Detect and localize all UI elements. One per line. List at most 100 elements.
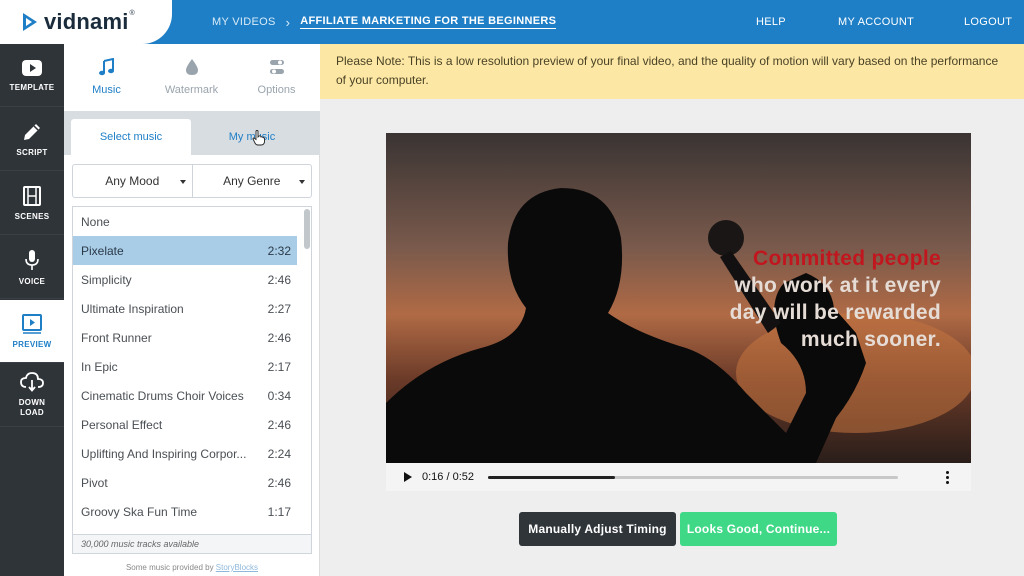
music-credit-text: Some music provided by <box>125 563 214 572</box>
breadcrumb-my-videos[interactable]: MY VIDEOS <box>212 16 276 28</box>
video-controls: 0:16 / 0:52 <box>386 463 971 491</box>
manually-adjust-timing-button[interactable]: Manually Adjust Timing <box>519 512 676 546</box>
track-duration: 2:46 <box>267 417 291 432</box>
breadcrumb-current[interactable]: AFFILIATE MARKETING FOR THE BEGINNERS <box>300 15 557 29</box>
mood-select[interactable]: Any Mood <box>73 165 192 197</box>
track-title: Simplicity <box>81 272 132 287</box>
storyblocks-link[interactable]: StoryBlocks <box>216 563 258 572</box>
track-simplicity[interactable]: Simplicity 2:46 <box>73 265 311 294</box>
breadcrumb: MY VIDEOS › AFFILIATE MARKETING FOR THE … <box>212 0 557 44</box>
microphone-icon <box>25 249 39 270</box>
rail-script[interactable]: SCRIPT <box>0 108 64 171</box>
genre-select[interactable]: Any Genre <box>191 165 312 197</box>
tab-watermark-label: Watermark <box>164 84 219 96</box>
track-duration: 2:46 <box>267 475 291 490</box>
caption-line-1: who work at it every <box>734 274 941 297</box>
track-uplifting[interactable]: Uplifting And Inspiring Corpor... 2:24 <box>73 439 311 468</box>
track-title: Pivot <box>81 475 108 490</box>
track-title: None <box>81 214 110 229</box>
more-options-icon[interactable] <box>946 470 949 484</box>
drop-icon <box>185 59 198 75</box>
rail-preview-label: PREVIEW <box>12 339 52 349</box>
music-filters: Any Mood Any Genre <box>72 164 312 198</box>
mood-select-value: Any Mood <box>105 174 160 188</box>
rail-scenes-label: SCENES <box>14 211 50 221</box>
track-duration: 2:32 <box>267 243 291 258</box>
tracks-available-note: 30,000 music tracks available <box>72 534 312 554</box>
track-duration: 2:17 <box>267 359 291 374</box>
video-preview[interactable]: Committed people who work at it every da… <box>386 133 971 463</box>
track-duration: 2:46 <box>267 272 291 287</box>
rail-script-label: SCRIPT <box>16 147 48 157</box>
tab-options-label: Options <box>257 84 296 96</box>
music-track-list[interactable]: None Pixelate 2:32 Simplicity 2:46 Ultim… <box>72 206 312 554</box>
my-account-link[interactable]: MY ACCOUNT <box>838 0 914 44</box>
help-link[interactable]: HELP <box>756 0 786 44</box>
track-front-runner[interactable]: Front Runner 2:46 <box>73 323 311 352</box>
rail-template-label: TEMPLATE <box>9 82 55 92</box>
track-title: Pixelate <box>81 243 124 258</box>
hand-cursor-icon <box>252 130 265 146</box>
track-duration: 2:27 <box>267 301 291 316</box>
track-in-epic[interactable]: In Epic 2:17 <box>73 352 311 381</box>
music-panel: Music Watermark Options Select music My … <box>64 44 320 576</box>
preview-notice: Please Note: This is a low resolution pr… <box>320 44 1024 99</box>
looks-good-continue-button[interactable]: Looks Good, Continue... <box>680 512 837 546</box>
track-duration: 0:34 <box>267 388 291 403</box>
rail-voice[interactable]: VOICE <box>0 236 64 299</box>
logout-link[interactable]: LOGOUT <box>964 0 1012 44</box>
music-credit: Some music provided by StoryBlocks <box>64 563 320 572</box>
tab-watermark[interactable]: Watermark <box>149 58 234 96</box>
track-title: Ultimate Inspiration <box>81 301 184 316</box>
track-cinematic-drums[interactable]: Cinematic Drums Choir Voices 0:34 <box>73 381 311 410</box>
rail-download[interactable]: DOWN LOAD <box>0 364 64 427</box>
track-pixelate[interactable]: Pixelate 2:32 <box>73 236 297 265</box>
rail-download-label: DOWN LOAD <box>19 398 46 418</box>
track-title: In Epic <box>81 359 118 374</box>
pencil-icon <box>24 123 40 140</box>
track-pivot[interactable]: Pivot 2:46 <box>73 468 311 497</box>
track-title: Front Runner <box>81 330 152 345</box>
track-ultimate-inspiration[interactable]: Ultimate Inspiration 2:27 <box>73 294 311 323</box>
music-note-icon <box>98 58 114 76</box>
video-progress-bar[interactable] <box>488 475 898 479</box>
track-personal-effect[interactable]: Personal Effect 2:46 <box>73 410 311 439</box>
vidnami-logo-icon <box>23 13 37 31</box>
left-rail: TEMPLATE SCRIPT SCENES VOICE PREVIEW DOW… <box>0 44 64 576</box>
music-subtabs: Select music My music <box>64 111 320 155</box>
caption-highlight: Committed people <box>753 247 941 270</box>
track-title: Personal Effect <box>81 417 163 432</box>
video-time: 0:16 / 0:52 <box>422 471 474 483</box>
video-progress-fill <box>488 475 616 479</box>
rail-download-label-line1: DOWN <box>18 398 46 407</box>
caption-line-2: day will be rewarded <box>729 301 941 324</box>
logo-text: vidnami <box>44 9 129 34</box>
chevron-down-icon <box>179 180 186 184</box>
tab-options[interactable]: Options <box>234 58 319 96</box>
track-duration: 2:46 <box>267 330 291 345</box>
track-groovy-ska[interactable]: Groovy Ska Fun Time 1:17 <box>73 497 311 526</box>
toggle-icon <box>269 60 284 74</box>
rail-scenes[interactable]: SCENES <box>0 172 64 235</box>
caption-line-3: much sooner. <box>800 328 941 351</box>
youtube-play-icon <box>22 59 42 76</box>
genre-select-value: Any Genre <box>223 174 281 188</box>
tab-music[interactable]: Music <box>64 58 149 96</box>
top-bar: vidnami ® MY VIDEOS › AFFILIATE MARKETIN… <box>0 0 1024 44</box>
track-title: Groovy Ska Fun Time <box>81 504 198 519</box>
logo[interactable]: vidnami ® <box>0 0 172 44</box>
tab-select-music[interactable]: Select music <box>71 119 191 155</box>
track-title: Uplifting And Inspiring Corpor... <box>81 446 247 461</box>
track-duration: 2:24 <box>267 446 291 461</box>
rail-preview[interactable]: PREVIEW <box>0 300 64 363</box>
panel-tabs: Music Watermark Options <box>64 44 320 111</box>
logo-registered-mark: ® <box>129 9 135 17</box>
tab-music-label: Music <box>92 84 121 96</box>
cloud-download-icon <box>20 372 44 392</box>
play-icon[interactable] <box>404 472 412 482</box>
rail-template[interactable]: TEMPLATE <box>0 44 64 107</box>
track-none[interactable]: None <box>73 207 311 236</box>
track-title: Cinematic Drums Choir Voices <box>81 388 244 403</box>
track-duration: 1:17 <box>267 504 291 519</box>
breadcrumb-separator: › <box>285 14 291 30</box>
